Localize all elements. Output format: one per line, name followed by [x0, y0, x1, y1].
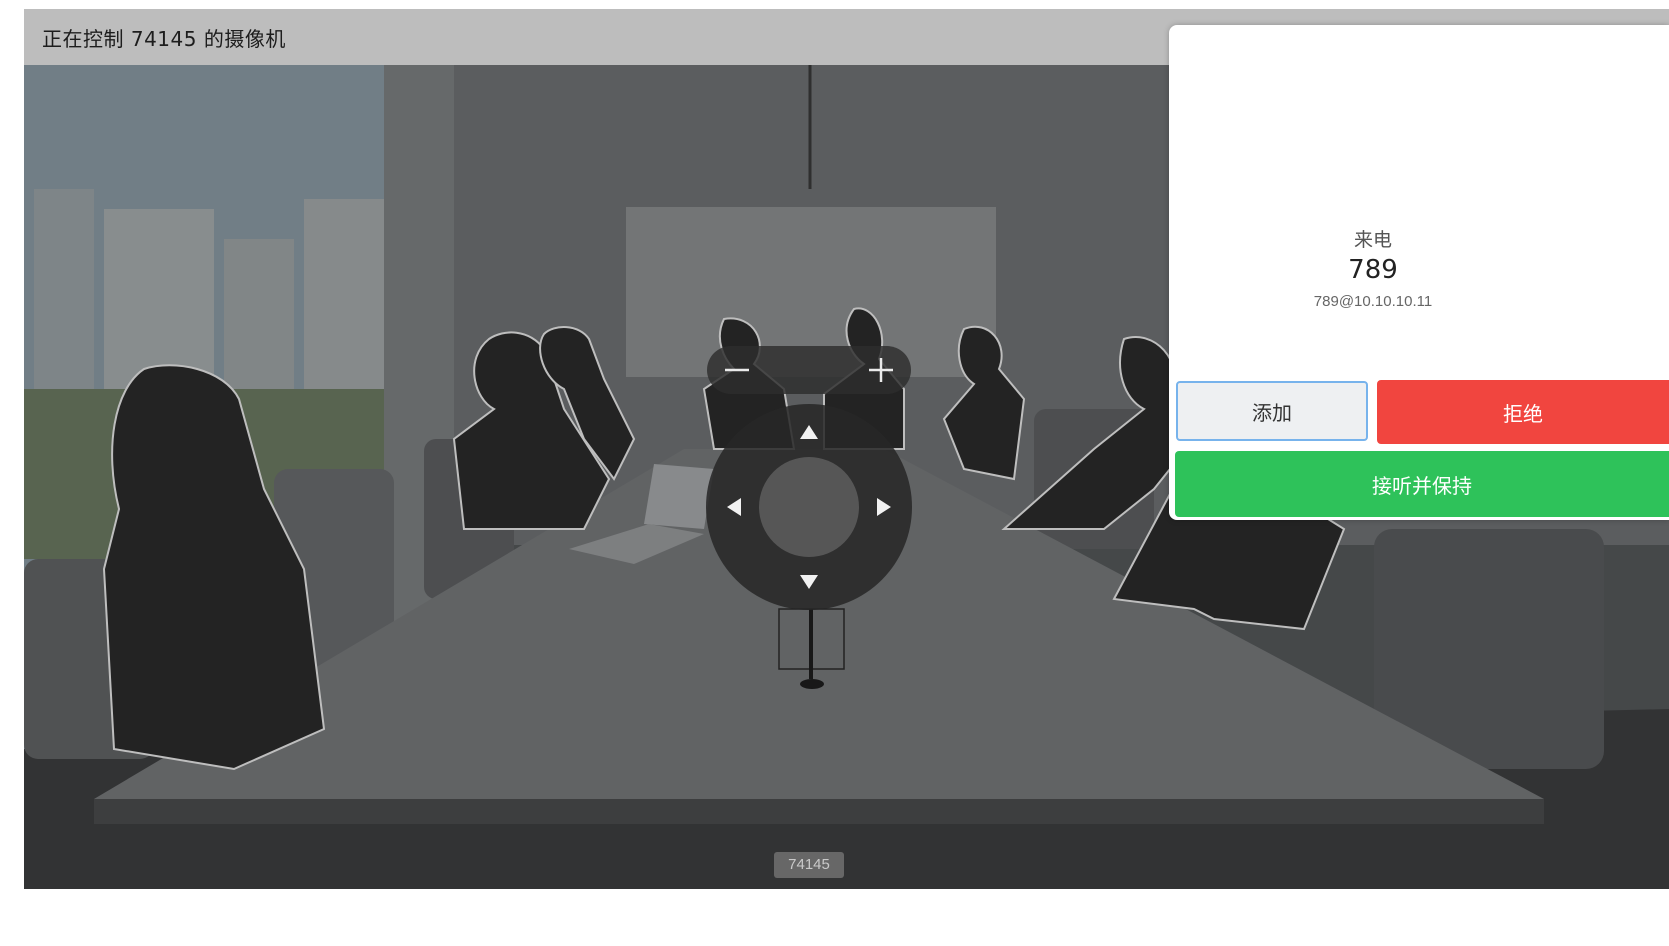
- decline-button[interactable]: 拒绝: [1377, 380, 1669, 444]
- zoom-out-button[interactable]: [707, 346, 767, 394]
- pan-left-button[interactable]: [714, 487, 754, 527]
- caller-number: 789: [1348, 255, 1398, 285]
- answer-and-hold-button[interactable]: 接听并保持: [1175, 451, 1669, 517]
- caller-uri: 789@10.10.10.11: [1313, 293, 1433, 310]
- add-button[interactable]: 添加: [1176, 381, 1368, 441]
- arrow-up-icon: [800, 425, 818, 439]
- arrow-down-icon: [800, 575, 818, 589]
- call-type-label: 来电: [1353, 229, 1392, 251]
- minus-icon: [725, 368, 749, 372]
- zoom-in-button[interactable]: [851, 346, 911, 394]
- pan-right-button[interactable]: [864, 487, 904, 527]
- camera-name-label: 74145: [774, 852, 844, 878]
- arrow-left-icon: [727, 498, 741, 516]
- incoming-call-panel: 来电 789 789@10.10.10.11 添加 拒绝 接听并保持: [1169, 25, 1669, 520]
- zoom-control: [707, 346, 911, 394]
- pan-up-button[interactable]: [789, 412, 829, 452]
- camera-pan-control: [706, 404, 912, 610]
- arrow-right-icon: [877, 498, 891, 516]
- pan-down-button[interactable]: [789, 562, 829, 602]
- dpad-center: [759, 457, 859, 557]
- window-title: 正在控制 74145 的摄像机: [42, 27, 286, 51]
- plus-icon: [869, 358, 893, 382]
